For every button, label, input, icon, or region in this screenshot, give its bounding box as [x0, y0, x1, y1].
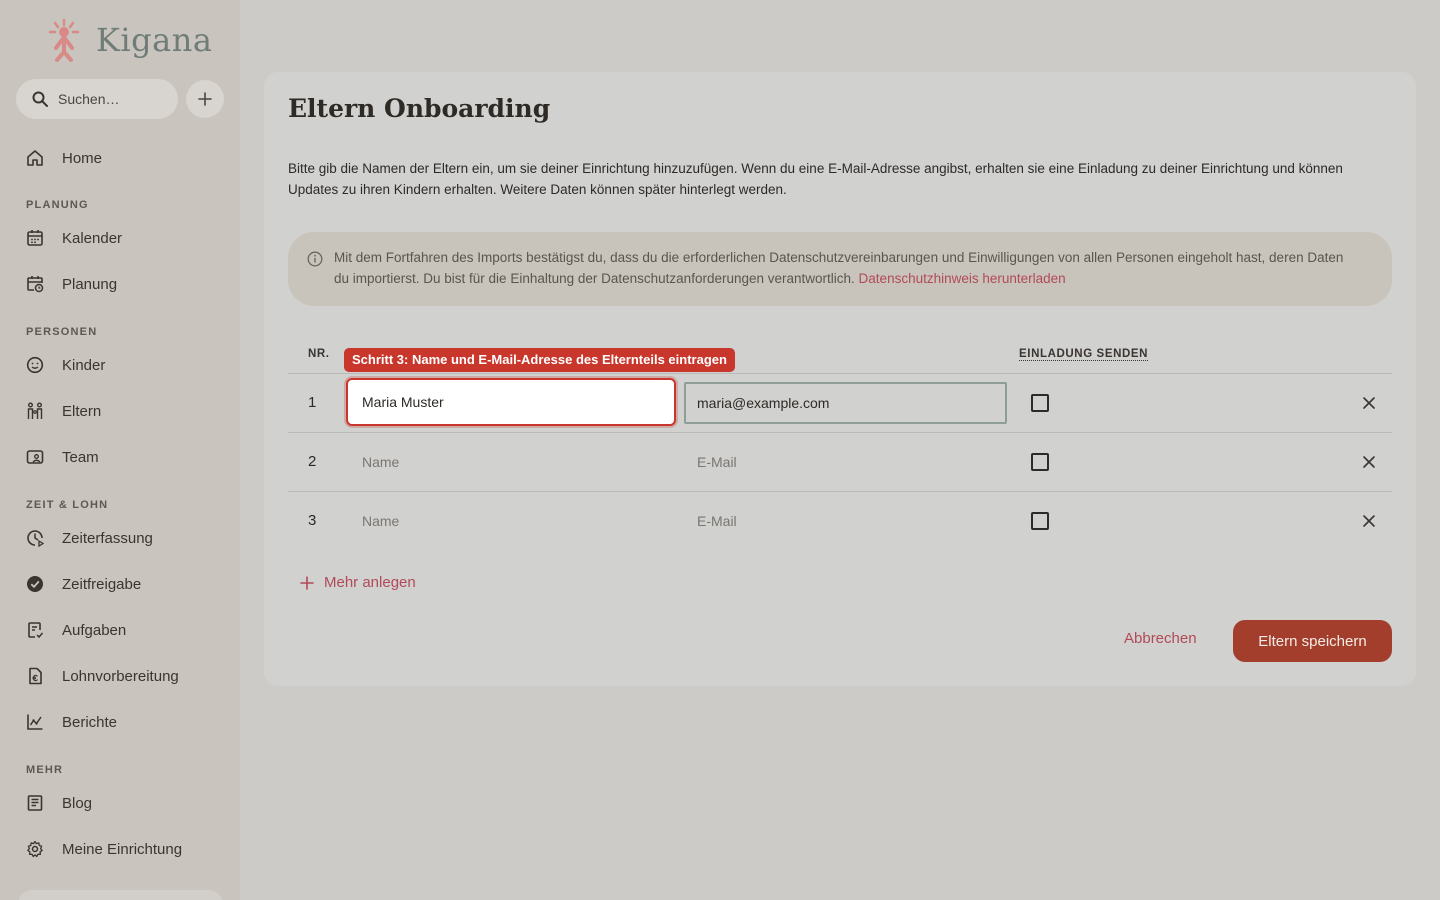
calendar-icon	[27, 230, 43, 246]
info-icon	[307, 251, 323, 267]
plus-icon	[198, 92, 212, 106]
sidebar-item-label: Aufgaben	[62, 621, 127, 639]
email-input[interactable]: maria@example.com	[684, 382, 1007, 424]
add-more-button[interactable]: Mehr anlegen	[300, 574, 416, 591]
search-placeholder: Suchen…	[58, 91, 120, 107]
sidebar-item-zeitfreigabe[interactable]: Zeitfreigabe	[26, 572, 141, 596]
sidebar-item-label: Team	[62, 448, 99, 466]
section-mehr: MEHR	[26, 764, 64, 776]
cancel-button[interactable]: Abbrechen	[1124, 630, 1197, 647]
name-input[interactable]: Name	[362, 513, 399, 529]
sidebar-item-home[interactable]: Home	[26, 146, 102, 170]
calendar-clock-icon	[27, 276, 44, 293]
row-divider	[288, 373, 1392, 374]
sidebar-item-label: Berichte	[62, 713, 118, 731]
check-circle-icon	[27, 576, 43, 592]
sidebar-item-label: Meine Einrichtung	[62, 840, 183, 858]
chart-icon	[27, 714, 43, 730]
name-input[interactable]: Maria Muster	[346, 378, 676, 426]
sidebar: Kigana Suchen… Home PLANUNG Kalender Pla…	[0, 0, 240, 900]
sidebar-item-aufgaben[interactable]: Aufgaben	[26, 618, 126, 642]
sidebar-item-kalender[interactable]: Kalender	[26, 226, 122, 250]
column-header-nr: NR.	[308, 348, 330, 360]
sidebar-item-label: Eltern	[62, 402, 102, 420]
sidebar-item-label: Kinder	[62, 356, 106, 374]
sidebar-item-team[interactable]: Team	[26, 445, 99, 469]
sidebar-item-berichte[interactable]: Berichte	[26, 710, 117, 734]
sidebar-item-label: Blog	[62, 794, 93, 812]
task-icon	[28, 622, 44, 639]
column-header-invite[interactable]: EINLADUNG SENDEN	[1019, 348, 1149, 361]
search-input[interactable]: Suchen…	[16, 79, 178, 119]
euro-document-icon	[29, 667, 42, 685]
plus-icon	[300, 575, 314, 590]
row-number: 1	[308, 394, 317, 411]
home-icon	[27, 150, 43, 166]
close-icon[interactable]	[1361, 454, 1377, 470]
step-hint-badge: Schritt 3: Name und E-Mail-Adresse des E…	[344, 348, 735, 372]
sidebar-footer[interactable]	[18, 890, 223, 900]
sidebar-item-label: Kalender	[62, 229, 123, 247]
logo-text: Kigana	[96, 21, 213, 59]
sidebar-item-label: Zeiterfassung	[62, 529, 153, 547]
save-button[interactable]: Eltern speichern	[1233, 620, 1392, 662]
close-icon[interactable]	[1361, 395, 1377, 411]
sidebar-item-einrichtung[interactable]: Meine Einrichtung	[26, 837, 182, 861]
invite-checkbox[interactable]	[1031, 394, 1049, 412]
privacy-notice: Mit dem Fortfahren des Imports bestätigs…	[288, 232, 1392, 306]
sidebar-item-kinder[interactable]: Kinder	[26, 353, 105, 377]
close-icon[interactable]	[1361, 513, 1377, 529]
invite-checkbox[interactable]	[1031, 453, 1049, 471]
row-divider	[288, 491, 1392, 492]
intro-text: Bitte gib die Namen der Eltern ein, um s…	[288, 161, 1343, 197]
email-input[interactable]: E-Mail	[697, 513, 737, 529]
row-divider	[288, 432, 1392, 433]
search-icon	[32, 91, 48, 107]
page-title: Eltern Onboarding	[288, 94, 551, 123]
section-planung: PLANUNG	[26, 199, 89, 211]
sidebar-item-label: Planung	[62, 275, 118, 293]
row-number: 2	[308, 453, 317, 470]
sidebar-item-zeiterfassung[interactable]: Zeiterfassung	[26, 526, 153, 550]
sidebar-item-lohnvorbereitung[interactable]: Lohnvorbereitung	[26, 664, 179, 688]
logo[interactable]: Kigana	[46, 18, 212, 62]
sidebar-item-label: Lohnvorbereitung	[62, 667, 179, 685]
invite-checkbox[interactable]	[1031, 512, 1049, 530]
row-number: 3	[308, 512, 317, 529]
smiley-icon	[26, 356, 44, 374]
add-more-label: Mehr anlegen	[324, 574, 416, 591]
notice-text: Mit dem Fortfahren des Imports bestätigs…	[334, 250, 1344, 286]
onboarding-card: Eltern Onboarding Bitte gib die Namen de…	[264, 72, 1416, 686]
name-input[interactable]: Name	[362, 454, 399, 470]
section-zeit: ZEIT & LOHN	[26, 499, 109, 511]
sidebar-item-eltern[interactable]: Eltern	[26, 399, 101, 423]
gear-icon	[27, 840, 43, 858]
newspaper-icon	[27, 795, 43, 811]
privacy-download-link[interactable]: Datenschutzhinweis herunterladen	[859, 271, 1066, 286]
family-icon	[27, 402, 43, 419]
sidebar-item-label: Home	[62, 149, 103, 167]
logo-icon	[48, 18, 80, 62]
section-personen: PERSONEN	[26, 326, 98, 338]
sidebar-item-label: Zeitfreigabe	[62, 575, 142, 593]
email-input[interactable]: E-Mail	[697, 454, 737, 470]
team-icon	[26, 450, 44, 464]
sidebar-item-planung[interactable]: Planung	[26, 272, 117, 296]
clock-icon	[27, 530, 44, 547]
sidebar-item-blog[interactable]: Blog	[26, 791, 92, 815]
add-button[interactable]	[186, 80, 224, 118]
